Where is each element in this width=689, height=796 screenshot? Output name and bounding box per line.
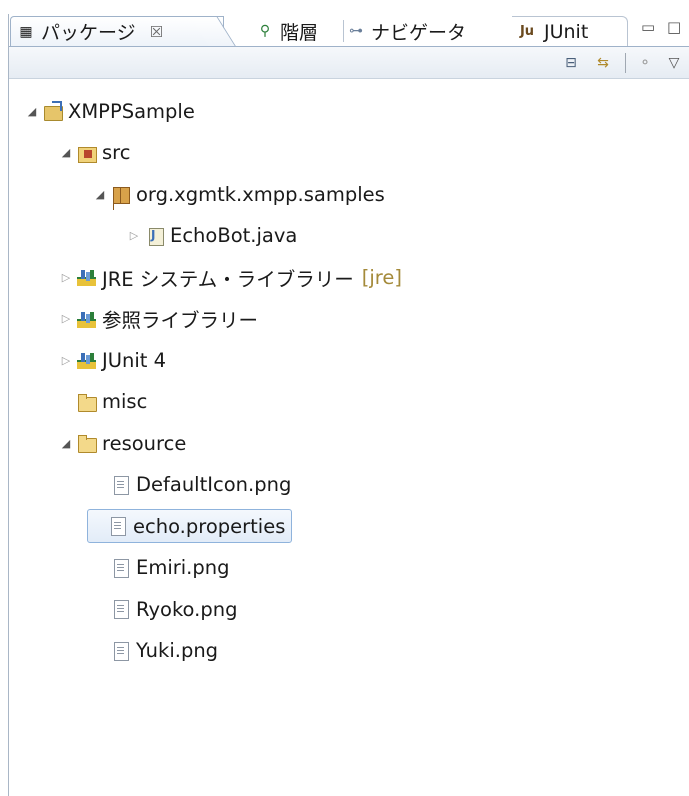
srcfolder-icon xyxy=(77,143,97,163)
collapse-icon[interactable]: ◢ xyxy=(57,437,75,450)
tab-hierarchy[interactable]: ⚲ 階層 xyxy=(250,16,318,46)
tree-item-label: Yuki.png xyxy=(136,639,219,662)
tab-junit[interactable]: Ju JUnit xyxy=(512,16,628,46)
library-icon xyxy=(77,267,97,287)
tree-item-label: Ryoko.png xyxy=(136,597,238,621)
collapse-icon[interactable]: ◢ xyxy=(23,105,41,118)
navigator-icon: ⊶ xyxy=(349,23,363,39)
close-tab-icon[interactable]: ☒ xyxy=(150,23,163,41)
tree-item[interactable]: Emiri.png xyxy=(91,551,229,585)
tab-junit-label: JUnit xyxy=(544,20,589,43)
file-icon xyxy=(111,599,131,619)
package-explorer-icon: ▦ xyxy=(19,23,33,40)
junit-icon: Ju xyxy=(519,24,535,39)
expand-icon[interactable]: ▷ xyxy=(57,354,75,367)
link-with-editor-icon[interactable]: ⇆ xyxy=(593,53,613,73)
folder-icon xyxy=(77,433,97,453)
tree-item-decoration: [jre] xyxy=(361,265,402,289)
tree-item-label: XMPPSample xyxy=(68,99,195,123)
file-icon xyxy=(111,641,131,661)
expand-icon[interactable]: ▷ xyxy=(57,271,75,284)
minimize-view-icon[interactable]: ▭ xyxy=(641,18,655,36)
view-toolbar: ⊟ ⇆ ⚬ ▽ xyxy=(9,46,689,79)
expand-icon[interactable]: ▷ xyxy=(125,229,143,242)
folder-icon xyxy=(77,392,97,412)
tree-item-label: JRE システム・ライブラリー xyxy=(102,267,354,291)
collapse-all-icon[interactable]: ⊟ xyxy=(561,53,581,73)
collapse-icon[interactable]: ◢ xyxy=(91,188,109,201)
toolbar-separator xyxy=(625,53,626,73)
maximize-view-icon[interactable]: □ xyxy=(667,18,681,36)
file-icon xyxy=(111,558,131,578)
tree-item-label: 参照ライブラリー xyxy=(102,309,259,332)
view-tab-strip: ▦ パッケージ ☒ ⚲ 階層 ⊶ ナビゲータ Ju JUnit ▭ □ xyxy=(9,14,689,46)
tree-item[interactable]: DefaultIcon.png xyxy=(91,468,291,502)
library-icon xyxy=(77,309,97,329)
tab-package-explorer-label: パッケージ xyxy=(41,22,136,44)
package-icon xyxy=(111,184,131,204)
tree-item[interactable]: echo.properties xyxy=(87,509,293,543)
tree-item-label: DefaultIcon.png xyxy=(136,473,292,496)
package-explorer-view: ▦ パッケージ ☒ ⚲ 階層 ⊶ ナビゲータ Ju JUnit ▭ □ ⊟ ⇆ … xyxy=(8,14,689,796)
tree-item[interactable]: Ryoko.png xyxy=(91,592,237,626)
expand-icon[interactable]: ▷ xyxy=(57,312,75,325)
tree-item-label: misc xyxy=(102,390,148,413)
tab-package-explorer[interactable]: ▦ パッケージ ☒ xyxy=(10,16,224,46)
view-menu-icon[interactable]: ▽ xyxy=(664,53,684,73)
tree-item[interactable]: Yuki.png xyxy=(91,634,218,668)
tree-item-label: org.xgmtk.xmpp.samples xyxy=(136,182,385,206)
tab-hierarchy-label: 階層 xyxy=(280,21,319,44)
java-icon xyxy=(145,226,165,246)
tree-item[interactable]: ◢ XMPPSample xyxy=(23,94,195,128)
file-icon xyxy=(108,516,128,536)
tab-navigator[interactable]: ⊶ ナビゲータ xyxy=(343,16,466,46)
tree-item[interactable]: ◢ org.xgmtk.xmpp.samples xyxy=(91,177,385,211)
tree-item[interactable]: misc xyxy=(57,385,147,419)
tree-item[interactable]: ◢ resource xyxy=(57,426,187,460)
tree-item-label: resource xyxy=(102,431,187,455)
tree-item[interactable]: ◢ src xyxy=(57,136,131,170)
collapse-icon[interactable]: ◢ xyxy=(57,146,75,159)
tab-navigator-label: ナビゲータ xyxy=(371,21,467,44)
tree-item[interactable]: ▷ EchoBot.java xyxy=(125,219,298,253)
project-icon xyxy=(43,101,63,121)
tree-item-label: Emiri.png xyxy=(136,556,230,579)
tree-item-label: JUnit 4 xyxy=(102,348,167,372)
tree-item[interactable]: ▷ 参照ライブラリー xyxy=(57,302,258,336)
library-icon xyxy=(77,350,97,370)
file-icon xyxy=(111,475,131,495)
tree-item[interactable]: ▷ JUnit 4 xyxy=(57,343,166,377)
tree-item-label: EchoBot.java xyxy=(170,224,298,247)
tree-item-label: src xyxy=(102,141,131,164)
tree-item[interactable]: ▷ JRE システム・ライブラリー [jre] xyxy=(57,260,402,294)
hierarchy-icon: ⚲ xyxy=(259,23,271,39)
focus-on-task-icon[interactable]: ⚬ xyxy=(635,53,655,73)
tree-item-label: echo.properties xyxy=(133,514,286,538)
